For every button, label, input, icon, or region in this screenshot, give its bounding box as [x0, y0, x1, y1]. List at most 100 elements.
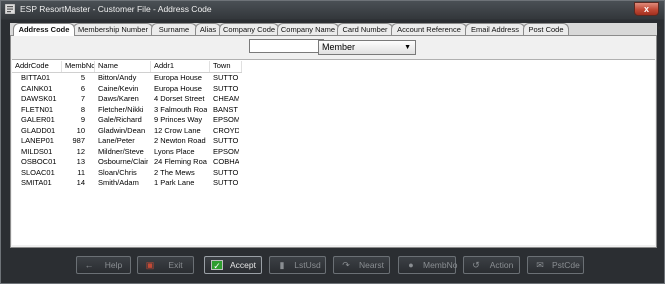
table-row[interactable]: GLADD01 10 Gladwin/Dean 12 Crow Lane CROYD [12, 126, 242, 137]
cell-addr1: 12 Crow Lane [154, 125, 201, 135]
title-bar: ESP ResortMaster - Customer File - Addre… [0, 0, 665, 18]
table-row[interactable]: SLOAC01 11 Sloan/Chris 2 The Mews SUTTO [12, 168, 242, 179]
membno-button-label: MembNo [423, 260, 458, 270]
cell-town: CHEAM [213, 94, 239, 103]
cell-membno: 7 [80, 94, 85, 103]
tab-membership-number[interactable]: Membership Number [73, 23, 153, 35]
table-row[interactable]: CAINK01 6 Caine/Kevin Europa House SUTTO [12, 84, 242, 95]
cell-membno: 12 [76, 146, 85, 156]
tab-card-number[interactable]: Card Number [337, 23, 393, 35]
nearest-button[interactable]: ↷ Nearst [333, 256, 390, 274]
tab-company-name[interactable]: Company Name [277, 23, 339, 35]
cell-addr1: 3 Falmouth Road [154, 104, 207, 114]
close-window-button[interactable]: x [634, 2, 659, 16]
cell-membno: 8 [80, 104, 85, 114]
tab-email-address[interactable]: Email Address [465, 23, 525, 35]
cell-town: EPSOM [213, 146, 239, 156]
cell-addr1: 4 Dorset Street [154, 94, 205, 103]
cell-addr1: 2 The Mews [154, 167, 195, 177]
table-row[interactable]: OSBOC01 13 Osbourne/Claire 24 Fleming Road C… [12, 157, 242, 168]
last-used-button[interactable]: ▮ LstUsd [269, 256, 326, 274]
search-input[interactable] [249, 39, 324, 53]
cell-addr1: Europa House [154, 73, 202, 82]
tab-label: Address Code [18, 25, 70, 34]
cell-name: Mildner/Steve [98, 146, 144, 156]
cell-town: SUTTO [213, 73, 239, 82]
cell-addr1: 1 Park Lane [154, 178, 195, 187]
membno-button[interactable]: ● MembNo [398, 256, 458, 274]
tab-label: Post Code [528, 25, 564, 34]
postcode-button[interactable]: ✉ PstCde [527, 256, 584, 274]
cell-addrcode: OSBOC01 [21, 157, 57, 166]
cell-membno: 14 [76, 178, 85, 187]
tab-label: Alias [199, 25, 217, 34]
tab-label: Card Number [342, 25, 388, 34]
exit-button[interactable]: ▣ Exit [137, 256, 194, 274]
cell-addrcode: FLETN01 [21, 104, 54, 114]
cell-addrcode: SLOAC01 [21, 167, 55, 177]
table-row[interactable]: MILDS01 12 Mildner/Steve Lyons Place EPSOM [12, 147, 242, 158]
cell-town: SUTTO [213, 83, 239, 93]
action-button[interactable]: ↺ Action [463, 256, 520, 274]
cell-addrcode: GLADD01 [21, 125, 56, 135]
exit-icon: ▣ [145, 260, 155, 270]
column-header-name[interactable]: Name [95, 61, 151, 72]
chevron-down-icon: ▼ [404, 44, 411, 51]
tab-post-code[interactable]: Post Code [523, 23, 569, 35]
member-filter-select[interactable]: Member ▼ [318, 40, 416, 55]
cell-name: Caine/Kevin [98, 83, 139, 93]
cell-membno: 13 [76, 157, 85, 166]
action-icon: ↺ [472, 260, 480, 270]
tab-account-reference[interactable]: Account Reference [391, 23, 467, 35]
tab-company-code[interactable]: Company Code [219, 23, 279, 35]
accept-button[interactable]: ✓ Accept [204, 256, 262, 274]
column-header-addrcode[interactable]: AddrCode [12, 61, 62, 72]
postcode-button-label: PstCde [552, 260, 580, 270]
checkmark-icon: ✓ [211, 260, 223, 271]
cell-town: BANST [213, 104, 239, 114]
cell-membno: 11 [77, 167, 85, 177]
cell-addrcode: DAWSK01 [21, 94, 57, 103]
accept-button-label: Accept [230, 260, 256, 270]
tab-label: Email Address [471, 25, 519, 34]
table-row[interactable]: GALER01 9 Gale/Richard 9 Princes Way EPSOM [12, 115, 242, 126]
button-bar: ← Help ▣ Exit ✓ Accept ▮ LstUsd ↷ Nearst… [0, 256, 665, 278]
cell-addrcode: BITTA01 [21, 73, 51, 82]
cell-town: SUTTO [213, 136, 239, 145]
cell-addrcode: LANEP01 [21, 136, 54, 145]
cell-town: COBHA [213, 157, 239, 166]
column-header-addr1[interactable]: Addr1 [151, 61, 210, 72]
nearest-button-label: Nearst [358, 260, 385, 270]
help-button-label: Help [104, 260, 123, 270]
cell-name: Gale/Richard [98, 115, 142, 124]
cell-town: SUTTO [213, 167, 239, 177]
cell-addr1: 9 Princes Way [154, 115, 203, 124]
tab-address-code[interactable]: Address Code [13, 23, 75, 36]
grid-header: AddrCode MembNo Name Addr1 Town [12, 60, 242, 73]
column-header-town[interactable]: Town [210, 61, 242, 72]
search-tabs: Address Code Membership Number Surname A… [10, 23, 662, 36]
app-icon [5, 4, 15, 14]
tab-scroll-down-icon[interactable]: ▼ [655, 25, 663, 33]
cell-membno: 987 [72, 136, 85, 145]
cell-membno: 10 [76, 125, 85, 135]
window-title: ESP ResortMaster - Customer File - Addre… [20, 4, 212, 14]
table-row[interactable]: DAWSK01 7 Daws/Karen 4 Dorset Street CHEAM [12, 94, 242, 105]
exit-button-label: Exit [168, 260, 183, 270]
cell-addr1: 24 Fleming Road [154, 157, 207, 166]
cell-addr1: Europa House [154, 83, 202, 93]
tab-surname[interactable]: Surname [151, 23, 197, 35]
last-used-button-label: LstUsd [294, 260, 321, 270]
table-row[interactable]: LANEP01 987 Lane/Peter 2 Newton Road SUTTO [12, 136, 242, 147]
address-lookup-panel: Member ▼ AddrCode MembNo Name Addr1 Town… [10, 36, 657, 248]
help-button[interactable]: ← Help [76, 256, 131, 274]
cell-name: Lane/Peter [98, 136, 135, 145]
table-row[interactable]: BITTA01 5 Bitton/Andy Europa House SUTTO [12, 73, 242, 84]
cell-addrcode: GALER01 [21, 115, 55, 124]
table-row[interactable]: SMITA01 14 Smith/Adam 1 Park Lane SUTTO [12, 178, 242, 189]
column-header-membno[interactable]: MembNo [62, 61, 95, 72]
cell-addrcode: SMITA01 [21, 178, 52, 187]
table-row[interactable]: FLETN01 8 Fletcher/Nikki 3 Falmouth Road BAN… [12, 105, 242, 116]
cell-membno: 6 [80, 83, 85, 93]
tab-alias[interactable]: Alias [195, 23, 221, 35]
